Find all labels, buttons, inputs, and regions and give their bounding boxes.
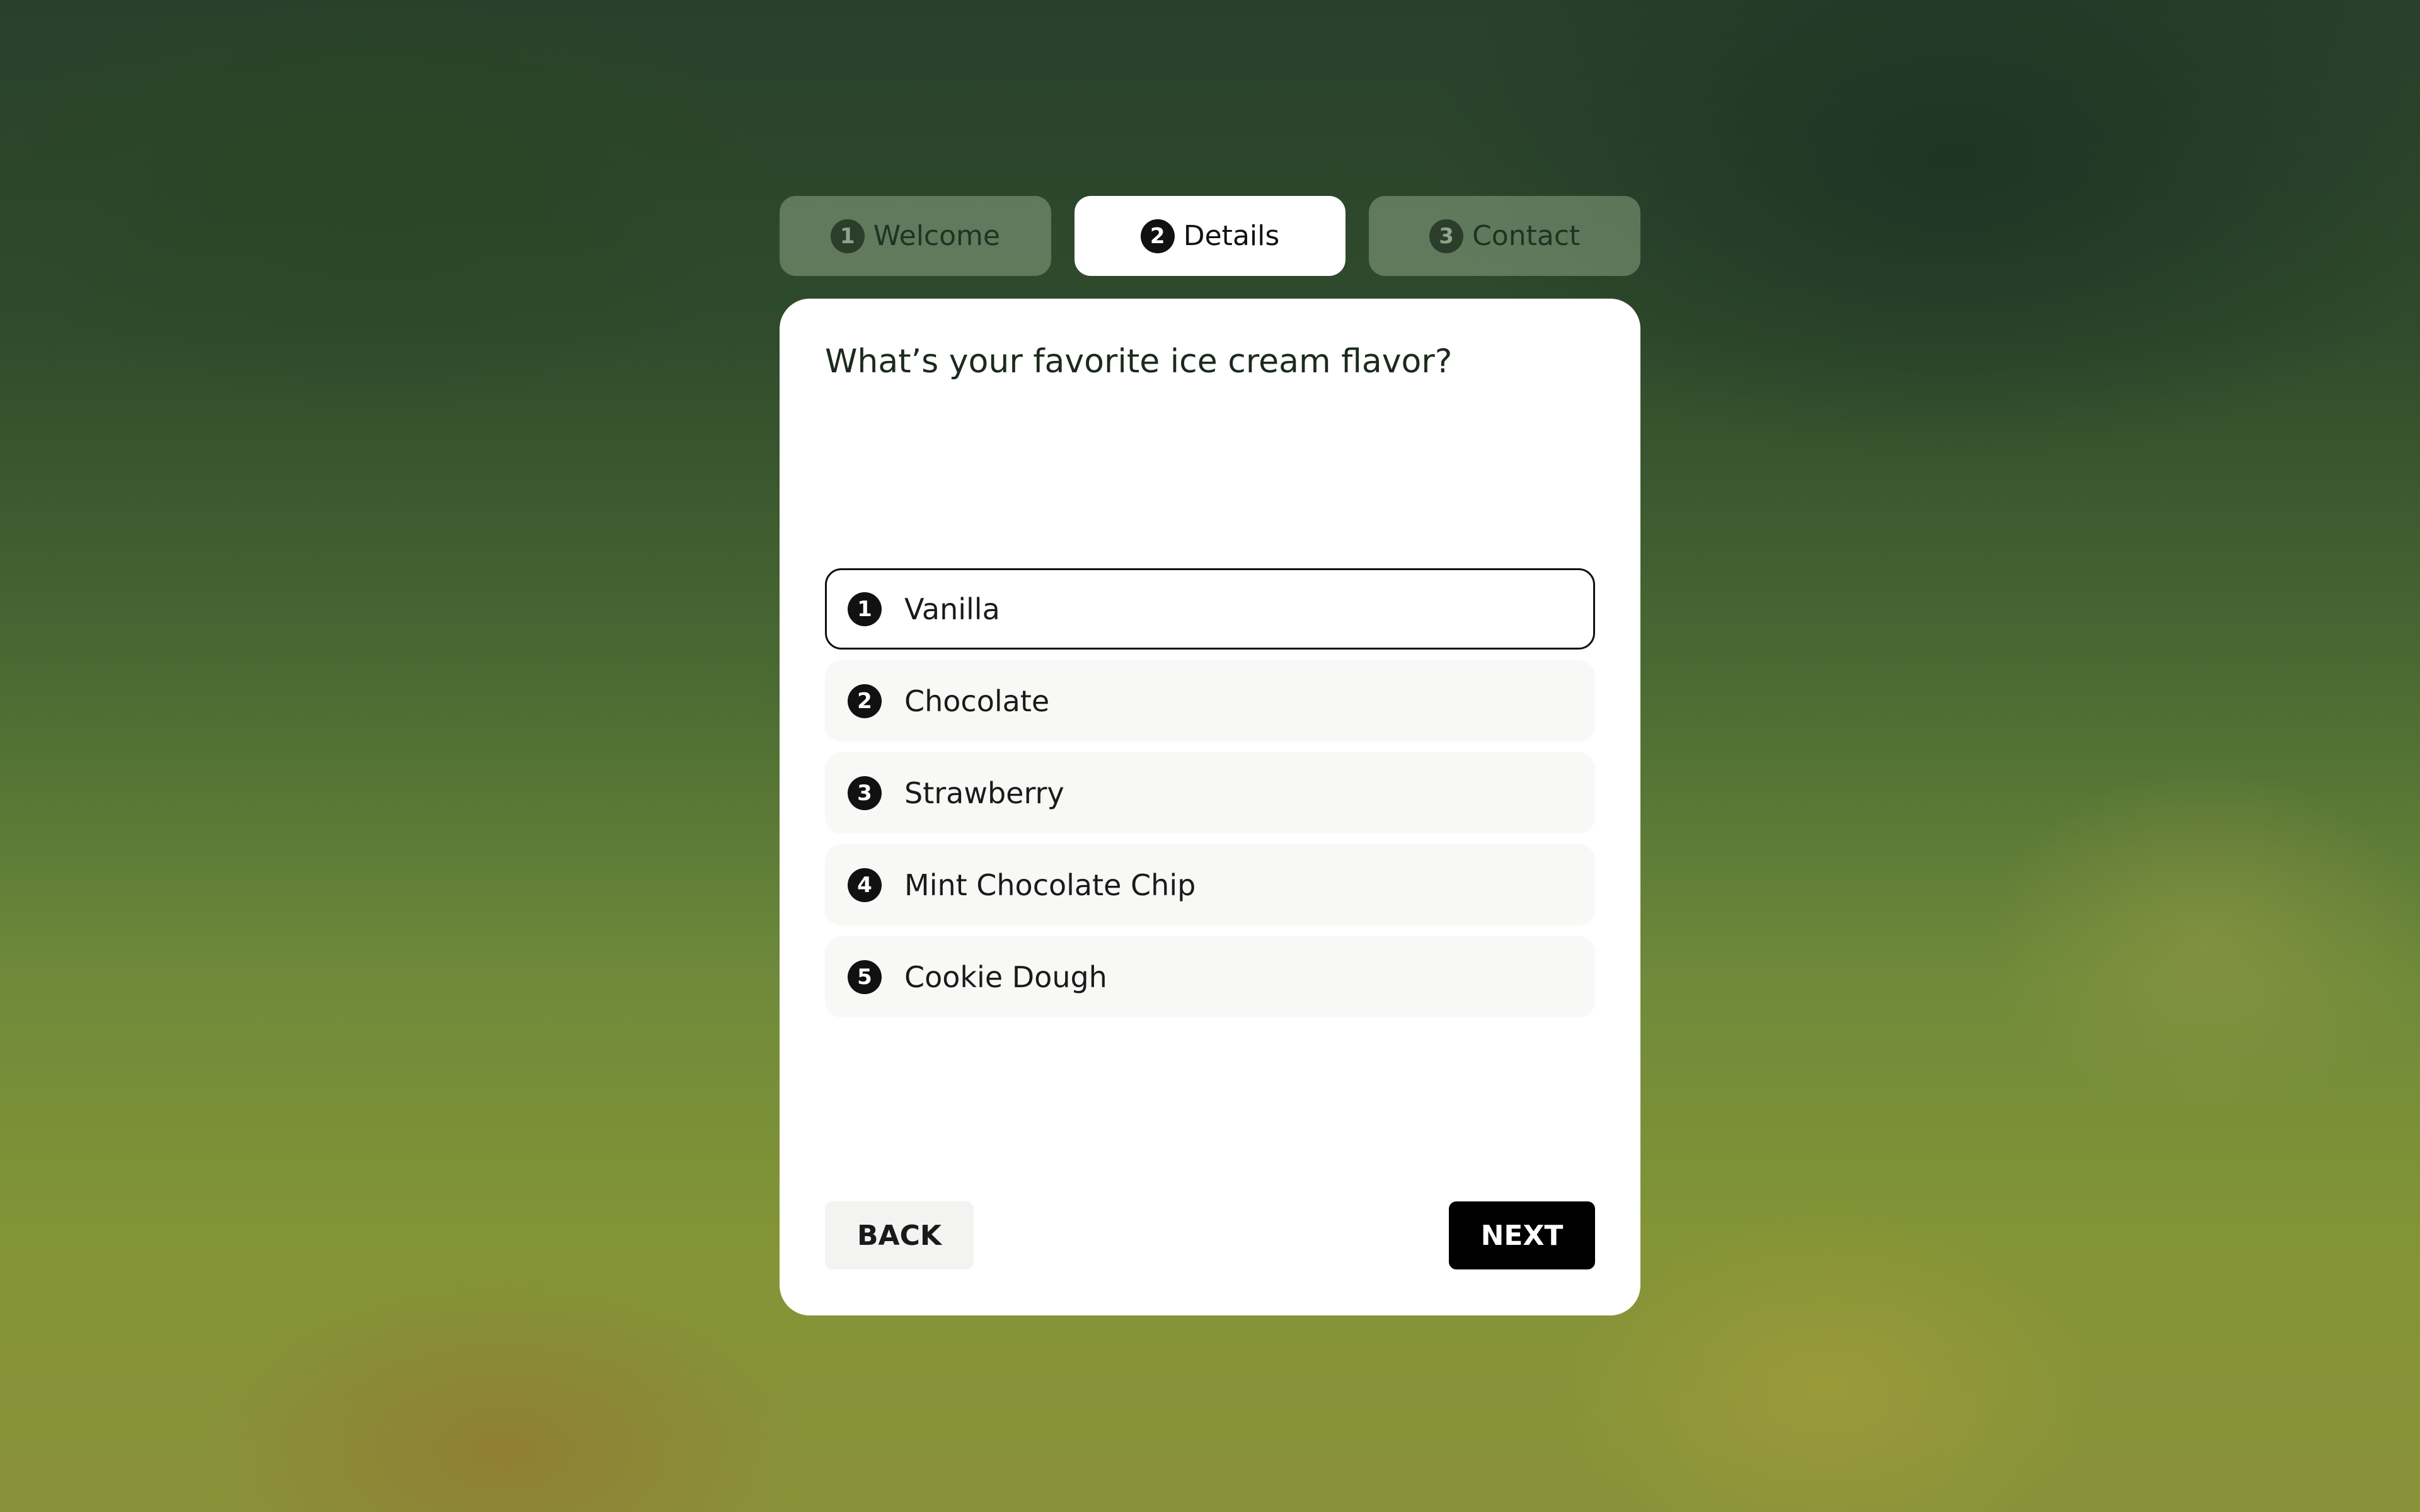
survey-card: What’s your favorite ice cream flavor? 1… (780, 299, 1640, 1315)
option-label: Cookie Dough (904, 959, 1107, 994)
step-number-badge: 3 (1429, 219, 1464, 253)
option-number-badge: 1 (848, 592, 882, 626)
option-mint-chocolate-chip[interactable]: 4 Mint Chocolate Chip (825, 844, 1595, 925)
step-label: Contact (1472, 220, 1581, 252)
option-label: Mint Chocolate Chip (904, 868, 1196, 902)
option-chocolate[interactable]: 2 Chocolate (825, 660, 1595, 742)
option-label: Chocolate (904, 684, 1050, 718)
tab-contact[interactable]: 3 Contact (1369, 196, 1641, 276)
step-label: Welcome (873, 220, 1000, 252)
option-label: Strawberry (904, 776, 1064, 810)
option-cookie-dough[interactable]: 5 Cookie Dough (825, 936, 1595, 1017)
option-label: Vanilla (904, 592, 1000, 626)
answer-options: 1 Vanilla 2 Chocolate 3 Strawberry 4 Min… (825, 568, 1595, 1017)
tab-details[interactable]: 2 Details (1074, 196, 1346, 276)
step-label: Details (1183, 220, 1280, 252)
step-number-badge: 2 (1140, 219, 1175, 253)
back-button[interactable]: BACK (825, 1201, 974, 1269)
option-number-badge: 2 (848, 684, 882, 718)
option-number-badge: 3 (848, 776, 882, 810)
next-button[interactable]: NEXT (1449, 1201, 1595, 1269)
tab-welcome[interactable]: 1 Welcome (780, 196, 1051, 276)
option-strawberry[interactable]: 3 Strawberry (825, 752, 1595, 833)
question-title: What’s your favorite ice cream flavor? (825, 343, 1453, 381)
step-navigation: 1 Welcome 2 Details 3 Contact (780, 196, 1641, 276)
step-number-badge: 1 (830, 219, 865, 253)
option-number-badge: 4 (848, 868, 882, 902)
option-vanilla[interactable]: 1 Vanilla (825, 568, 1595, 650)
option-number-badge: 5 (848, 959, 882, 994)
